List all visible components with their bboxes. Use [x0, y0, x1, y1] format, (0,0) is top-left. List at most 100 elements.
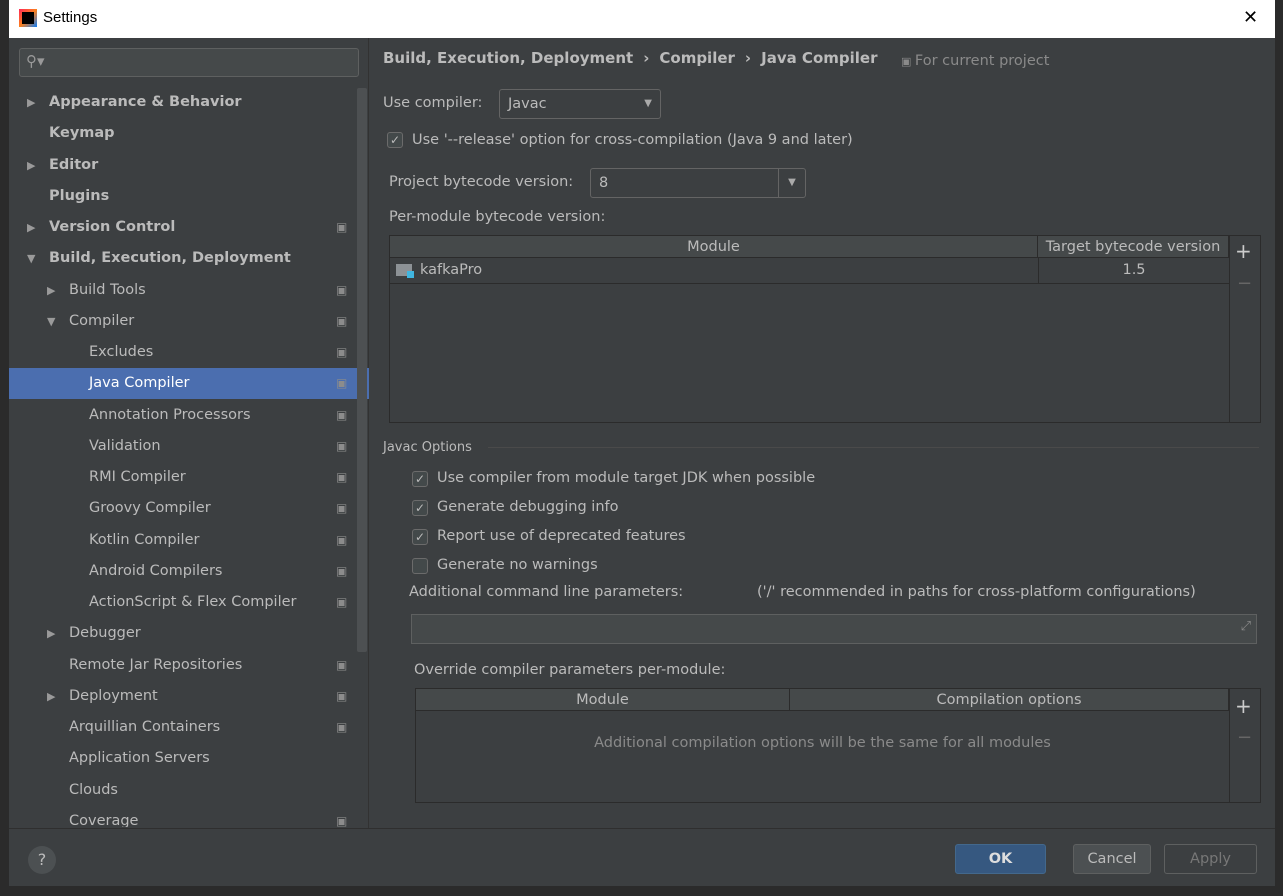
add-button[interactable]: +	[1235, 239, 1252, 263]
sidebar-item[interactable]: Android Compilers ▣	[9, 556, 369, 587]
collapsed-arrow-icon[interactable]: ▶	[47, 681, 55, 712]
sidebar-item-label: Keymap	[49, 125, 115, 142]
sidebar-item[interactable]: ▶ Version Control ▣	[9, 212, 369, 243]
target-version[interactable]: 1.5	[1038, 258, 1229, 283]
javac-option-checkbox[interactable]: ✓	[412, 529, 428, 545]
expanded-arrow-icon[interactable]: ▼	[47, 306, 55, 337]
project-scope-icon: ▣	[336, 282, 348, 297]
project-scope-icon: ▣	[336, 407, 348, 422]
table-row[interactable]: kafkaPro 1.5	[390, 258, 1229, 284]
sidebar-item[interactable]: Excludes ▣	[9, 337, 369, 368]
sidebar-item[interactable]: Coverage ▣	[9, 806, 369, 827]
ok-button[interactable]: OK	[955, 844, 1046, 874]
sidebar-item[interactable]: ActionScript & Flex Compiler ▣	[9, 587, 369, 618]
search-icon: ⚲▾	[26, 52, 45, 70]
help-button[interactable]: ?	[28, 846, 56, 874]
search-input[interactable]: ⚲▾	[19, 48, 359, 77]
collapsed-arrow-icon[interactable]: ▶	[27, 87, 35, 118]
expand-icon[interactable]: ⤢	[1241, 619, 1251, 634]
sidebar-item[interactable]: ▶ Deployment ▣	[9, 681, 369, 712]
sidebar-item-label: Build Tools	[69, 281, 146, 298]
javac-option-checkbox[interactable]: ✓	[412, 500, 428, 516]
sidebar-item-label: Deployment	[69, 687, 158, 704]
javac-option-label: Report use of deprecated features	[437, 528, 686, 544]
cmd-params-input[interactable]: ⤢	[411, 614, 1257, 644]
remove-button[interactable]: −	[1237, 727, 1252, 748]
breadcrumb-item: Compiler	[659, 49, 735, 67]
module-name: kafkaPro	[420, 262, 483, 278]
override-label: Override compiler parameters per-module:	[414, 662, 726, 678]
sidebar-item-label: Plugins	[49, 187, 110, 204]
sidebar-item[interactable]: Plugins	[9, 181, 369, 212]
project-scope-icon: ▣	[336, 595, 348, 609]
sidebar-item-label: Compiler	[69, 312, 135, 329]
use-compiler-label: Use compiler:	[383, 95, 483, 111]
override-table: Module Compilation options Additional co…	[415, 688, 1261, 803]
project-scope-icon: ▣	[901, 55, 915, 68]
collapsed-arrow-icon[interactable]: ▶	[27, 212, 35, 243]
project-scope-icon: ▣	[336, 501, 348, 516]
close-button[interactable]: ✕	[1243, 7, 1258, 28]
sidebar-item-label: Appearance & Behavior	[49, 94, 242, 110]
sidebar-item[interactable]: Remote Jar Repositories ▣	[9, 650, 369, 681]
title-bar: Settings ✕	[9, 0, 1275, 38]
compiler-select[interactable]: Javac ▼	[499, 89, 661, 119]
sidebar-item-label: Groovy Compiler	[89, 500, 211, 517]
project-scope-icon: ▣	[336, 532, 348, 547]
sidebar-item[interactable]: Groovy Compiler ▣	[9, 493, 369, 524]
sidebar-item[interactable]: ▶ Appearance & Behavior	[9, 87, 369, 118]
column-header-compilation-options[interactable]: Compilation options	[790, 689, 1229, 711]
sidebar-item-label: Remote Jar Repositories	[69, 656, 243, 673]
collapsed-arrow-icon[interactable]: ▶	[47, 618, 55, 649]
sidebar-scrollbar[interactable]	[357, 88, 367, 652]
collapsed-arrow-icon[interactable]: ▶	[27, 150, 35, 181]
sidebar-item[interactable]: Java Compiler ▣	[9, 368, 369, 400]
column-header-target[interactable]: Target bytecode version	[1038, 236, 1229, 258]
per-module-label: Per-module bytecode version:	[389, 209, 606, 225]
project-scope-icon: ▣	[336, 438, 348, 453]
add-button[interactable]: +	[1235, 694, 1252, 718]
sidebar-item[interactable]: ▶ Editor	[9, 150, 369, 181]
sidebar-item[interactable]: Arquillian Containers ▣	[9, 712, 369, 743]
sidebar-item[interactable]: Clouds	[9, 775, 369, 806]
sidebar-item[interactable]: RMI Compiler ▣	[9, 462, 369, 493]
sidebar-item-label: Version Control	[49, 219, 176, 235]
expanded-arrow-icon[interactable]: ▼	[27, 243, 35, 274]
breadcrumb: Build, Execution, Deployment › Compiler › Ja…	[383, 49, 878, 67]
breadcrumb-item: Build, Execution, Deployment	[383, 49, 634, 67]
intellij-logo-icon	[19, 9, 37, 27]
sidebar-item-label: ActionScript & Flex Compiler	[89, 594, 297, 610]
remove-button[interactable]: −	[1237, 273, 1252, 294]
sidebar-item[interactable]: Application Servers	[9, 743, 369, 774]
sidebar-item[interactable]: ▶ Build Tools ▣	[9, 275, 369, 306]
project-scope-icon: ▣	[336, 688, 348, 703]
javac-option-checkbox[interactable]	[412, 558, 428, 574]
project-scope-icon: ▣	[336, 563, 348, 578]
sidebar-item[interactable]: Kotlin Compiler ▣	[9, 525, 369, 556]
scope-text: For current project	[914, 53, 1050, 69]
sidebar-item[interactable]: Annotation Processors ▣	[9, 400, 369, 431]
bytecode-select[interactable]: 8 ▼	[590, 168, 806, 198]
sidebar-item[interactable]: ▼ Build, Execution, Deployment	[9, 243, 369, 274]
sidebar-item[interactable]: ▼ Compiler ▣	[9, 306, 369, 337]
sidebar-item[interactable]: ▶ Debugger	[9, 618, 369, 649]
chevron-down-icon[interactable]: ▼	[778, 169, 805, 197]
sidebar-item-label: RMI Compiler	[89, 469, 186, 485]
sidebar-item[interactable]: Keymap	[9, 118, 369, 149]
project-scope-icon: ▣	[336, 345, 348, 359]
column-header-module[interactable]: Module	[390, 236, 1038, 258]
sidebar-item-label: Arquillian Containers	[69, 719, 221, 735]
sidebar-item-label: Debugger	[69, 625, 141, 642]
project-scope-icon: ▣	[336, 657, 348, 672]
release-option-checkbox[interactable]: ✓	[387, 132, 403, 148]
apply-button[interactable]: Apply	[1164, 844, 1257, 874]
sidebar-item[interactable]: Validation ▣	[9, 431, 369, 462]
cancel-button[interactable]: Cancel	[1073, 844, 1151, 874]
project-scope-icon: ▣	[336, 313, 348, 328]
sidebar-item-label: Android Compilers	[89, 562, 223, 579]
column-header-module[interactable]: Module	[416, 689, 790, 711]
javac-options-section: Javac Options	[383, 440, 472, 455]
javac-option-checkbox[interactable]: ✓	[412, 471, 428, 487]
collapsed-arrow-icon[interactable]: ▶	[47, 275, 55, 306]
sidebar-item-label: Editor	[49, 156, 99, 173]
